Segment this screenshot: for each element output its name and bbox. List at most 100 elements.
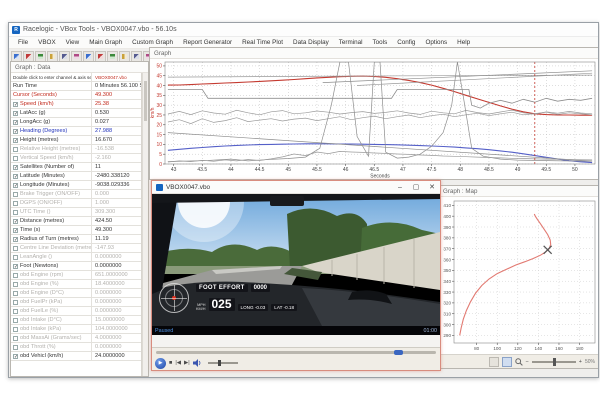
seek-bar[interactable] [156,351,436,354]
video-window-titlebar[interactable]: VBOX0047.vbo – ▢ ✕ [152,181,440,194]
data-display-icon[interactable] [71,51,82,62]
menu-main-graph[interactable]: Main Graph [84,39,127,46]
channel-row[interactable]: Cursor (Seconds)49.300 [11,91,141,100]
menu-help[interactable]: Help [452,39,475,46]
step-back-button[interactable]: |◀ [175,360,181,366]
channel-checkbox[interactable] [13,147,18,152]
channel-checkbox[interactable]: ✓ [13,138,18,143]
channel-checkbox[interactable]: ✓ [13,165,18,170]
print-icon[interactable] [95,51,106,62]
channel-checkbox[interactable]: ✓ [13,219,18,224]
menu-tools[interactable]: Tools [368,39,393,46]
channel-row[interactable]: ✓Speed (km/h)25.38 [11,100,141,109]
channel-row[interactable]: ✓Time (s)49.300 [11,226,141,235]
channel-checkbox[interactable] [13,273,18,278]
volume-slider[interactable] [208,362,238,364]
channel-checkbox[interactable] [13,336,18,341]
channel-row[interactable]: ✓LatAcc (g)0.530 [11,109,141,118]
channel-row[interactable]: obd Intake (kPa)104.0000000 [11,325,141,334]
menu-real-time-plot[interactable]: Real Time Plot [237,39,288,46]
main-graph-icon[interactable] [47,51,58,62]
channel-checkbox[interactable]: ✓ [13,129,18,134]
channel-row[interactable]: ✓obd Vehicl (km/h)24.0000000 [11,352,141,361]
channel-row[interactable]: obd Engine (%)18.4000000 [11,280,141,289]
menu-view[interactable]: View [61,39,85,46]
terminal-icon[interactable] [131,51,142,62]
channel-row[interactable]: DGPS (ON/OFF)1.000 [11,199,141,208]
menu-data-display[interactable]: Data Display [288,39,334,46]
channel-checkbox[interactable] [13,246,18,251]
custom-graph-icon[interactable] [107,51,118,62]
map-mode-button-1[interactable] [489,357,499,367]
channel-row[interactable]: ✓Foot (Newtons)0.0000000 [11,262,141,271]
channel-checkbox[interactable]: ✓ [13,183,18,188]
menu-custom-graph[interactable]: Custom Graph [127,39,178,46]
channel-checkbox[interactable] [13,318,18,323]
close-button[interactable]: ✕ [424,181,440,193]
channel-row[interactable]: Vertical Speed (km/h)-2.160 [11,154,141,163]
channel-checkbox[interactable] [13,345,18,350]
zoom-in-button[interactable]: + [579,359,582,365]
main-graph-plot[interactable]: 4343.54444.54545.54646.54747.54848.54949… [150,59,599,179]
channel-row[interactable]: ✓Radius of Turn (metres)11.19 [11,235,141,244]
channel-checkbox[interactable] [13,210,18,215]
channel-row[interactable]: ✓Satellites (Number of)11 [11,163,141,172]
menu-options[interactable]: Options [420,39,452,46]
map-mode-button-2[interactable] [502,357,512,367]
menu-terminal[interactable]: Terminal [334,39,368,46]
connect-icon[interactable] [23,51,34,62]
play-button[interactable]: ▶ [155,358,166,369]
channel-row[interactable]: ✓Height (metres)16.670 [11,136,141,145]
channel-checkbox[interactable] [13,282,18,287]
map-zoom-slider[interactable] [532,361,576,363]
channel-checkbox[interactable] [13,300,18,305]
channel-row[interactable]: ✓Latitude (Minutes)-2480.338120 [11,172,141,181]
video-frame[interactable]: FOOT EFFORT 0000 MPH KM/H 025 LONG -0.03… [152,194,440,335]
channel-checkbox[interactable]: ✓ [13,264,18,269]
channel-row[interactable]: obd Engine (D°C)0.0000000 [11,289,141,298]
channel-checkbox[interactable] [13,309,18,314]
data-panel-scrollbar[interactable] [142,73,148,376]
channel-row[interactable]: ✓Longitude (Minutes)-9038.029336 [11,181,141,190]
setup-icon[interactable] [35,51,46,62]
channel-row[interactable]: UTC Time ()309.300 [11,208,141,217]
channel-row[interactable]: LeanAngle ()0.0000000 [11,253,141,262]
zoom-out-button[interactable]: − [526,359,529,365]
channel-row[interactable]: obd Engine (rpm)651.0000000 [11,271,141,280]
channel-checkbox[interactable] [13,327,18,332]
map-icon[interactable] [59,51,70,62]
channel-checkbox[interactable]: ✓ [13,237,18,242]
channel-checkbox[interactable]: ✓ [13,354,18,359]
stop-button[interactable]: ■ [169,360,172,366]
channel-row[interactable]: Double click to enter channel & axis set… [11,73,141,82]
channel-checkbox[interactable]: ✓ [13,120,18,125]
channel-checkbox[interactable]: ✓ [13,102,18,107]
map-plot[interactable]: 8010012014016018029030031032033034035036… [439,197,599,354]
channel-row[interactable]: obd Intake (D°C)15.0000000 [11,316,141,325]
channel-row[interactable]: Run Time0 Minutes 56.100 Seconds [11,82,141,91]
channel-checkbox[interactable] [13,255,18,260]
channel-row[interactable]: obd Thrott (%)0.0000000 [11,343,141,352]
real-time-plot-icon[interactable] [119,51,130,62]
channel-row[interactable]: obd FuelPr (kPa)0.0000000 [11,298,141,307]
channel-row[interactable]: ✓Distance (metres)424.50 [11,217,141,226]
channel-row[interactable]: Relative Height (metres)-16.538 [11,145,141,154]
channel-checkbox[interactable] [13,291,18,296]
channel-row[interactable]: ✓LongAcc (g)0.027 [11,118,141,127]
menu-file[interactable]: File [13,39,33,46]
channel-row[interactable]: Centre Line Deviation (metres)-147.93 [11,244,141,253]
report-generator-icon[interactable] [83,51,94,62]
menu-report-generator[interactable]: Report Generator [178,39,237,46]
channel-checkbox[interactable]: ✓ [13,228,18,233]
channel-checkbox[interactable]: ✓ [13,174,18,179]
menu-vbox[interactable]: VBOX [33,39,61,46]
channel-checkbox[interactable]: ✓ [13,111,18,116]
channel-row[interactable]: obd MassAi (Grams/sec)4.0000000 [11,334,141,343]
maximize-button[interactable]: ▢ [408,181,424,193]
minimize-button[interactable]: – [392,181,408,193]
menu-config[interactable]: Config [392,39,420,46]
channel-row[interactable]: ✓Heading (Degrees)27.988 [11,127,141,136]
channel-row[interactable]: Brake Trigger (ON/OFF)0.000 [11,190,141,199]
channel-checkbox[interactable] [13,201,18,206]
step-forward-button[interactable]: ▶| [184,360,190,366]
